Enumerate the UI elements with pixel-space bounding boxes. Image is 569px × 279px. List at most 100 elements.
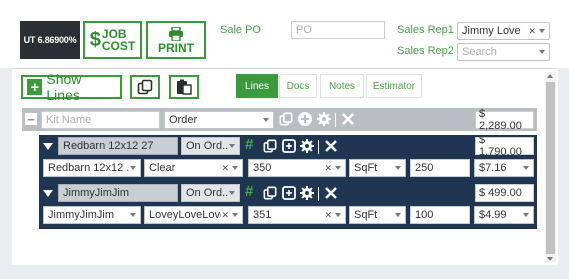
price-select[interactable]: $4.99	[474, 206, 534, 224]
print-button[interactable]: PRINT	[146, 21, 206, 59]
product-select[interactable]: JimmyJimJim	[43, 206, 141, 224]
clear-icon[interactable]: ✕	[221, 210, 229, 221]
chevron-down-icon	[130, 213, 136, 217]
clear-icon[interactable]: ✕	[324, 210, 332, 221]
gear-icon[interactable]	[300, 139, 314, 153]
variant-value: Clear	[149, 162, 176, 174]
unit-value: SqFt	[354, 209, 378, 221]
unit-select[interactable]: SqFt	[349, 159, 406, 177]
printer-icon	[168, 26, 184, 41]
tax-rate-badge[interactable]: UT 6.86900%	[20, 21, 80, 59]
sale-po-label: Sale PO	[220, 24, 261, 36]
chevron-down-icon	[539, 50, 545, 54]
size-select[interactable]: 350 ✕	[248, 159, 346, 177]
job-cost-button[interactable]: $ JOB COST	[83, 21, 142, 59]
minus-icon[interactable]: −	[25, 113, 37, 126]
product-value: Redbarn 12x12 ...	[48, 162, 130, 174]
chevron-down-icon	[232, 213, 238, 217]
product-value: JimmyJimJim	[48, 209, 114, 221]
price-value: $7.16	[479, 162, 507, 174]
copy-icon[interactable]	[279, 112, 293, 126]
chevron-down-icon	[229, 144, 235, 148]
plus-circle-icon[interactable]	[298, 112, 312, 126]
divider	[335, 113, 336, 127]
tab-lines[interactable]: Lines	[236, 74, 278, 98]
chevron-down-icon	[232, 166, 238, 170]
sales-rep1-select[interactable]: Jimmy Love ✕	[457, 22, 550, 40]
unit-select[interactable]: SqFt	[349, 206, 406, 224]
size-value: 350	[253, 162, 272, 174]
line-status-select[interactable]: On Ord...	[181, 137, 240, 155]
sales-rep1-value: Jimmy Love	[462, 25, 521, 37]
copy-icon[interactable]	[263, 139, 277, 153]
show-lines-label: Show Lines	[46, 71, 82, 103]
kit-total: $ 2,289.00	[475, 108, 534, 132]
chevron-down-icon	[395, 166, 401, 170]
qty-input[interactable]: 250	[410, 159, 470, 177]
size-select[interactable]: 351 ✕	[248, 206, 346, 224]
gear-icon[interactable]	[317, 112, 331, 126]
chevron-down-icon	[229, 191, 235, 195]
qty-value: 100	[415, 209, 434, 221]
size-value: 351	[253, 209, 272, 221]
line-status-select[interactable]: On Ord...	[181, 184, 240, 202]
close-icon[interactable]	[325, 187, 337, 199]
clear-icon[interactable]: ✕	[324, 163, 332, 174]
sales-rep2-select[interactable]: Search	[457, 43, 550, 61]
divider	[318, 140, 319, 154]
chevron-down-icon	[523, 213, 529, 217]
product-select[interactable]: Redbarn 12x12 ...	[43, 159, 141, 177]
tab-docs[interactable]: Docs	[279, 74, 317, 98]
copy-icon[interactable]	[263, 186, 277, 200]
variant-select[interactable]: Clear ✕	[144, 159, 243, 177]
sales-rep1-label: Sales Rep1	[397, 24, 454, 36]
unit-value: SqFt	[354, 162, 378, 174]
clear-icon[interactable]: ✕	[221, 163, 229, 174]
variant-select[interactable]: LoveyLoveLove ✕	[144, 206, 243, 224]
hash-icon[interactable]: #	[245, 183, 253, 200]
collapse-icon[interactable]	[43, 143, 53, 150]
line-amount: $ 499.00	[475, 184, 534, 202]
copy-icon	[137, 79, 153, 95]
copy-button[interactable]	[130, 75, 160, 99]
price-value: $4.99	[479, 209, 507, 221]
chevron-down-icon	[263, 118, 269, 122]
close-icon[interactable]	[325, 140, 337, 152]
divider	[318, 187, 319, 201]
scroll-up-icon[interactable]	[547, 74, 553, 78]
chevron-down-icon	[335, 213, 341, 217]
chevron-down-icon	[395, 213, 401, 217]
print-label: PRINT	[158, 40, 194, 55]
collapse-icon[interactable]	[43, 190, 53, 197]
qty-value: 250	[415, 162, 434, 174]
price-select[interactable]: $7.16	[474, 159, 534, 177]
sales-rep2-placeholder: Search	[462, 46, 497, 58]
clear-icon[interactable]: ✕	[528, 26, 536, 37]
paste-button[interactable]	[169, 75, 199, 99]
variant-value: LoveyLoveLove	[149, 209, 222, 221]
sale-po-input[interactable]: PO	[291, 21, 385, 39]
kit-type-select[interactable]: Order	[164, 111, 274, 129]
gear-icon[interactable]	[300, 186, 314, 200]
qty-input[interactable]: 100	[410, 206, 470, 224]
close-icon[interactable]	[342, 113, 354, 125]
kit-name-input[interactable]: Kit Name	[41, 111, 160, 129]
line-name-input[interactable]: Redbarn 12x12 27	[58, 137, 178, 155]
plus-square-icon[interactable]	[282, 186, 296, 200]
chevron-down-icon	[335, 166, 341, 170]
line-name-input[interactable]: JimmyJimJim	[58, 184, 178, 202]
line-status-value: On Ord...	[186, 187, 229, 199]
line-name-value: JimmyJimJim	[63, 187, 129, 199]
show-lines-button[interactable]: + Show Lines	[21, 71, 122, 103]
chevron-down-icon	[523, 166, 529, 170]
tab-estimator[interactable]: Estimator	[366, 74, 422, 98]
scrollbar-thumb[interactable]	[546, 82, 555, 254]
sale-po-placeholder: PO	[296, 24, 312, 36]
tab-notes[interactable]: Notes	[320, 74, 364, 98]
line-status-value: On Ord...	[186, 140, 229, 152]
hash-icon[interactable]: #	[245, 136, 253, 153]
job-cost-label: JOB COST	[101, 27, 136, 53]
scroll-down-icon[interactable]	[547, 257, 553, 261]
plus-square-icon[interactable]	[282, 139, 296, 153]
kit-name-placeholder: Kit Name	[46, 114, 92, 126]
